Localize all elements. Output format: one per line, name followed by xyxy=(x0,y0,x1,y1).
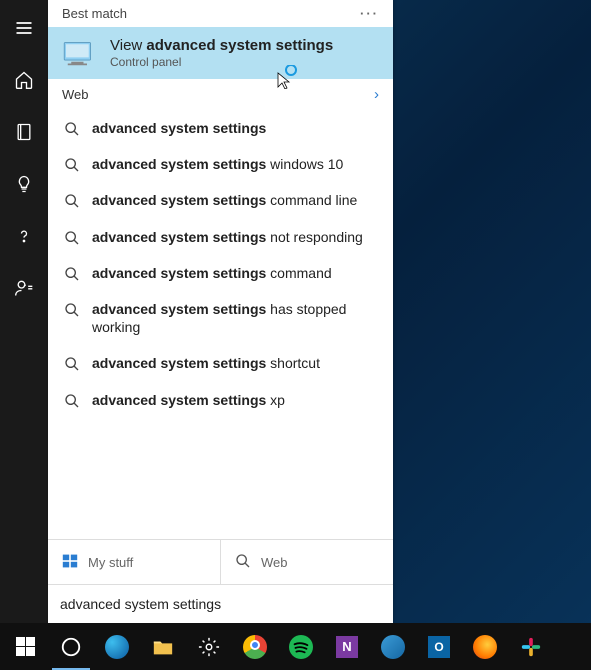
search-icon xyxy=(64,193,80,209)
chrome-icon xyxy=(243,635,267,659)
web-result-row[interactable]: advanced system settings command line xyxy=(48,182,393,218)
web-results-list: advanced system settings advanced system … xyxy=(48,110,393,539)
my-stuff-label: My stuff xyxy=(88,555,133,570)
web-result-text: advanced system settings shortcut xyxy=(92,354,320,372)
chrome-button[interactable] xyxy=(232,623,278,670)
home-icon[interactable] xyxy=(0,58,48,102)
search-icon xyxy=(235,553,251,572)
best-match-result[interactable]: View advanced system settings Control pa… xyxy=(48,27,393,79)
search-icon xyxy=(64,230,80,246)
web-result-row[interactable]: advanced system settings shortcut xyxy=(48,345,393,381)
edge-button[interactable] xyxy=(94,623,140,670)
my-stuff-tab[interactable]: My stuff xyxy=(48,540,220,584)
search-input[interactable] xyxy=(60,596,381,612)
slack-button[interactable] xyxy=(508,623,554,670)
gear-icon xyxy=(198,636,220,658)
search-input-wrap xyxy=(48,585,393,623)
firefox-button[interactable] xyxy=(462,623,508,670)
search-icon xyxy=(64,302,80,318)
taskbar: N O xyxy=(0,623,591,670)
outlook-button[interactable]: O xyxy=(416,623,462,670)
filter-tabs: My stuff Web xyxy=(48,539,393,585)
web-result-text: advanced system settings has stopped wor… xyxy=(92,300,379,336)
feedback-icon[interactable] xyxy=(0,266,48,310)
web-result-row[interactable]: advanced system settings has stopped wor… xyxy=(48,291,393,345)
spotify-icon xyxy=(289,635,313,659)
app-button[interactable] xyxy=(370,623,416,670)
web-tab-label: Web xyxy=(261,555,288,570)
search-icon xyxy=(64,266,80,282)
file-explorer-icon xyxy=(152,636,174,658)
cortana-search-button[interactable] xyxy=(48,623,94,670)
web-result-row[interactable]: advanced system settings xyxy=(48,110,393,146)
web-section-header[interactable]: Web › xyxy=(48,79,393,110)
web-result-text: advanced system settings windows 10 xyxy=(92,155,343,173)
web-result-row[interactable]: advanced system settings not responding xyxy=(48,219,393,255)
windows-logo-icon xyxy=(62,553,78,572)
app-icon xyxy=(381,635,405,659)
firefox-icon xyxy=(473,635,497,659)
web-result-text: advanced system settings xp xyxy=(92,391,285,409)
start-button[interactable] xyxy=(2,623,48,670)
more-options-icon[interactable]: ··· xyxy=(360,6,379,21)
notebook-icon[interactable] xyxy=(0,110,48,154)
web-result-row[interactable]: advanced system settings windows 10 xyxy=(48,146,393,182)
search-icon xyxy=(64,356,80,372)
edge-icon xyxy=(105,635,129,659)
spotify-button[interactable] xyxy=(278,623,324,670)
outlook-icon: O xyxy=(428,636,450,658)
best-match-title: View advanced system settings xyxy=(110,37,333,54)
onenote-icon: N xyxy=(336,636,358,658)
settings-button[interactable] xyxy=(186,623,232,670)
search-results-panel: Best match ··· View advanced system sett… xyxy=(48,0,393,623)
control-panel-pc-icon xyxy=(62,39,98,67)
slack-icon xyxy=(520,636,542,658)
search-icon xyxy=(64,157,80,173)
help-icon[interactable] xyxy=(0,214,48,258)
web-result-text: advanced system settings command line xyxy=(92,191,357,209)
web-result-row[interactable]: advanced system settings command xyxy=(48,255,393,291)
web-tab[interactable]: Web xyxy=(220,540,393,584)
search-icon xyxy=(64,393,80,409)
web-result-row[interactable]: advanced system settings xp xyxy=(48,382,393,418)
file-explorer-button[interactable] xyxy=(140,623,186,670)
best-match-subtitle: Control panel xyxy=(110,55,333,69)
windows-start-icon xyxy=(16,637,35,656)
best-match-label: Best match xyxy=(62,6,127,21)
best-match-header: Best match ··· xyxy=(48,0,393,27)
menu-icon[interactable] xyxy=(0,6,48,50)
cortana-nav-rail xyxy=(0,0,48,623)
web-section-label: Web xyxy=(62,87,89,102)
search-icon xyxy=(64,121,80,137)
chevron-right-icon: › xyxy=(374,86,379,103)
lightbulb-icon[interactable] xyxy=(0,162,48,206)
web-result-text: advanced system settings command xyxy=(92,264,332,282)
onenote-button[interactable]: N xyxy=(324,623,370,670)
web-result-text: advanced system settings xyxy=(92,119,266,137)
web-result-text: advanced system settings not responding xyxy=(92,228,363,246)
